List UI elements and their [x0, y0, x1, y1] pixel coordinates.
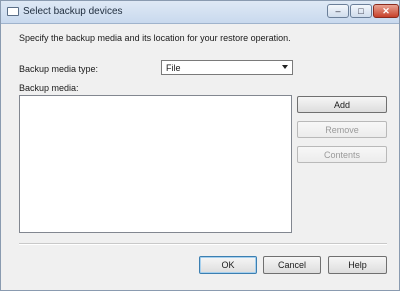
backup-media-type-label: Backup media type: — [19, 64, 99, 74]
backup-media-type-select[interactable]: File — [161, 60, 293, 75]
cancel-button[interactable]: Cancel — [263, 256, 321, 274]
window-icon — [7, 7, 19, 16]
chevron-down-icon — [282, 65, 288, 69]
maximize-icon: □ — [358, 6, 364, 16]
window-title: Select backup devices — [23, 6, 123, 17]
add-button[interactable]: Add — [297, 96, 387, 113]
close-button[interactable]: ✕ — [373, 4, 399, 18]
dialog-window: Select backup devices – □ ✕ Specify the … — [0, 0, 400, 291]
close-icon: ✕ — [382, 5, 390, 16]
footer-divider — [19, 243, 387, 245]
maximize-button[interactable]: □ — [350, 4, 372, 18]
help-button[interactable]: Help — [328, 256, 387, 274]
backup-media-type-value: File — [166, 63, 181, 73]
minimize-button[interactable]: – — [327, 4, 349, 18]
ok-button[interactable]: OK — [199, 256, 257, 274]
backup-media-label: Backup media: — [19, 83, 79, 93]
backup-media-list[interactable] — [19, 95, 292, 233]
dialog-description: Specify the backup media and its locatio… — [19, 33, 291, 43]
remove-button[interactable]: Remove — [297, 121, 387, 138]
minimize-icon: – — [335, 6, 341, 16]
title-bar: Select backup devices – □ ✕ — [1, 1, 399, 24]
contents-button[interactable]: Contents — [297, 146, 387, 163]
